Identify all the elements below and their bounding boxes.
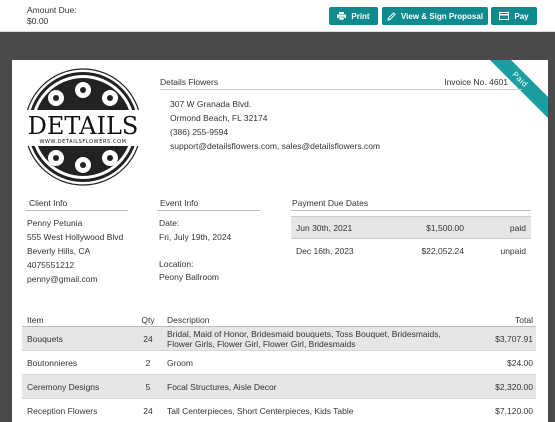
payment-status: paid (509, 222, 526, 233)
business-logo: DETAILS WWW.DETAILSFLOWERS.COM (24, 68, 142, 186)
table-header: Item Qty Description Total (22, 313, 536, 327)
item-qty: 2 (145, 357, 151, 368)
item-total: $24.00 (507, 357, 533, 368)
client-city: Beverly Hills, CA (27, 246, 91, 256)
header-item: Item (27, 314, 44, 325)
print-label: Print (351, 11, 370, 21)
print-button[interactable]: Print (329, 7, 378, 25)
printer-icon (337, 12, 347, 20)
table-row: Boutonnieres 2 Groom $24.00 (22, 351, 536, 375)
top-bar: Amount Due: $0.00 Print View & Sign Prop… (0, 0, 555, 32)
client-phone: 4075551212 (27, 260, 75, 270)
header-description: Description (167, 314, 210, 325)
item-qty: 24 (143, 333, 153, 344)
payment-date: Dec 16th, 2023 (296, 245, 354, 256)
address-line: Ormond Beach, FL 32174 (170, 113, 268, 123)
payment-row: Dec 16th, 2023 $22,052.24 unpaid (291, 239, 531, 262)
phone: (386) 255-9594 (170, 127, 229, 137)
status-ribbon: Paid (472, 60, 548, 128)
emails: support@detailsflowers.com, sales@detail… (170, 141, 381, 151)
view-sign-label: View & Sign Proposal (400, 11, 484, 21)
line-items-table: Item Qty Description Total Bouquets 24 B… (22, 313, 536, 422)
table-row: Reception Flowers 24 Tall Centerpieces, … (22, 399, 536, 422)
amount-due-label: Amount Due: (27, 5, 77, 15)
pencil-icon (387, 11, 396, 21)
payment-row: Jun 30th, 2021 $1,500.00 paid (291, 216, 531, 239)
amount-due-value: $0.00 (27, 16, 49, 26)
item-description: Bridal, Maid of Honor, Bridesmaid bouque… (167, 328, 441, 349)
item-name: Ceremony Designs (27, 381, 100, 392)
payment-due-heading: Payment Due Dates (292, 198, 369, 208)
divider (291, 210, 531, 211)
pay-button[interactable]: Pay (491, 7, 537, 25)
logo-url: WWW.DETAILSFLOWERS.COM (39, 139, 126, 145)
event-info-heading: Event Info (160, 198, 199, 208)
item-description: Tall Centerpieces, Short Centerpieces, K… (167, 405, 354, 416)
item-name: Boutonnieres (27, 357, 78, 368)
client-info: Penny Petunia 555 West Hollywood Blvd Be… (27, 216, 123, 286)
business-address: 307 W Granada Blvd. Ormond Beach, FL 321… (170, 97, 380, 153)
divider (25, 210, 128, 211)
client-street: 555 West Hollywood Blvd (27, 232, 124, 242)
item-name: Bouquets (27, 333, 63, 344)
pay-label: Pay (514, 11, 529, 21)
table-row: Ceremony Designs 5 Focal Structures, Ais… (22, 375, 536, 399)
item-total: $2,320.00 (495, 381, 533, 392)
item-description: Groom (167, 357, 193, 368)
divider (160, 89, 522, 90)
payment-status: unpaid (500, 245, 526, 256)
event-date: Fri, July 19th, 2024 (159, 231, 232, 242)
invoice-number: Invoice No. 4601 (444, 77, 508, 87)
table-row: Bouquets 24 Bridal, Maid of Honor, Bride… (22, 327, 536, 351)
item-total: $7,120.00 (495, 405, 533, 416)
item-description: Focal Structures, Aisle Decor (167, 381, 277, 392)
divider (157, 210, 260, 211)
item-qty: 5 (145, 381, 151, 392)
client-email: penny@gmail.com (27, 274, 98, 284)
item-qty: 24 (143, 405, 153, 416)
header-total: Total (515, 314, 533, 325)
header-qty: Qty (141, 314, 155, 325)
invoice-document: Paid DETAILS WWW.DETAILSFLOWERS.COM Deta… (12, 60, 548, 422)
item-name: Reception Flowers (27, 405, 98, 416)
payment-amount: $1,500.00 (426, 222, 464, 233)
item-total: $3,707.91 (495, 333, 533, 344)
payment-schedule: Jun 30th, 2021 $1,500.00 paid Dec 16th, … (291, 216, 531, 262)
client-info-heading: Client Info (29, 198, 68, 208)
view-sign-proposal-button[interactable]: View & Sign Proposal (382, 7, 488, 25)
address-line: 307 W Granada Blvd. (170, 99, 252, 109)
logo-wordmark: DETAILS (28, 112, 139, 140)
credit-card-icon (499, 12, 510, 20)
event-info: Date: Fri, July 19th, 2024 Location: Peo… (159, 217, 231, 285)
event-date-label: Date: (159, 218, 180, 228)
event-location: Peony Ballroom (159, 272, 220, 282)
payment-date: Jun 30th, 2021 (296, 222, 353, 233)
client-name: Penny Petunia (27, 218, 83, 228)
payment-amount: $22,052.24 (421, 245, 464, 256)
business-name: Details Flowers (160, 77, 219, 87)
amount-due: Amount Due: $0.00 (27, 5, 77, 27)
event-location-label: Location: (159, 258, 194, 269)
